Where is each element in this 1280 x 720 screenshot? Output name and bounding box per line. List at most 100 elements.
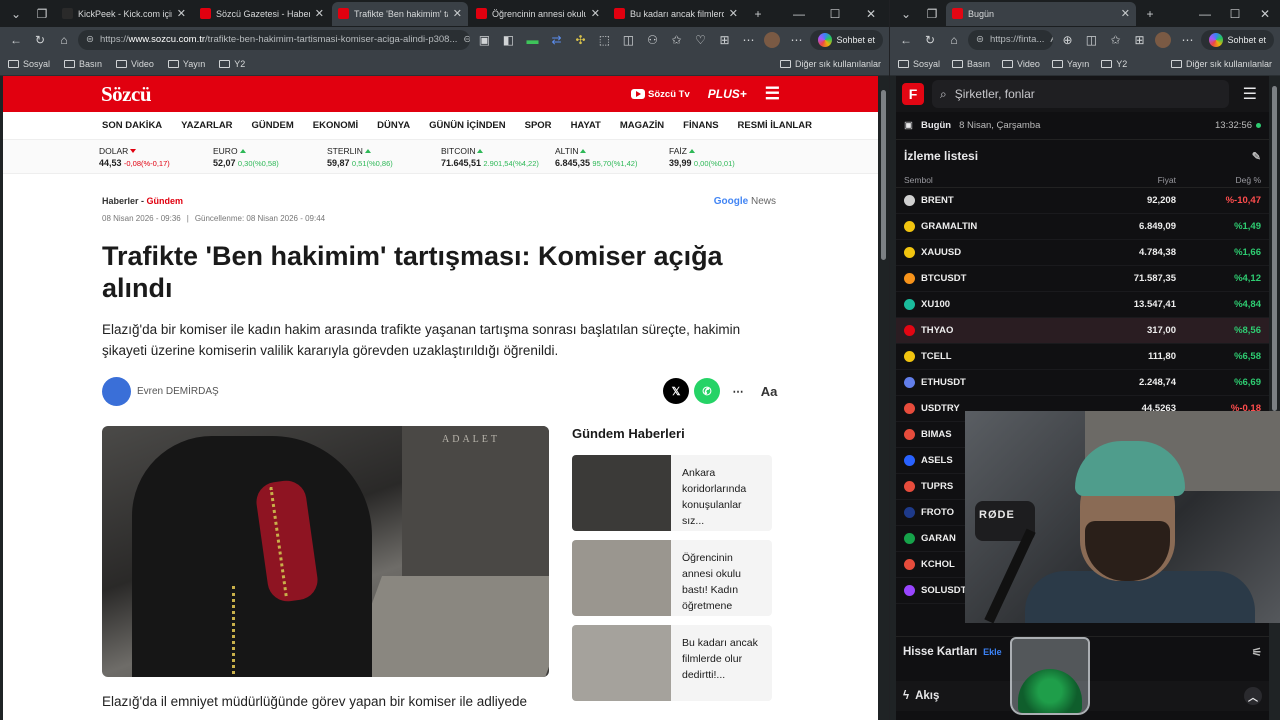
nav-item[interactable]: MAGAZİN [620,120,664,131]
col-symbol[interactable]: Sembol [904,175,933,185]
close-window-icon[interactable]: ✕ [853,2,889,26]
extension-icon[interactable]: ▬ [522,30,542,50]
filter-sliders-icon[interactable]: ⚟ [1252,645,1262,659]
site-logo[interactable]: Sözcü [101,82,152,107]
browser-tab[interactable]: Sözcü Gazetesi - Haberler, so ✕ [194,2,330,26]
heart-icon[interactable]: ♡ [690,30,710,50]
profile-avatar[interactable] [1153,30,1173,50]
close-tab-icon[interactable]: ✕ [177,7,186,20]
x-share-icon[interactable]: 𝕏 [663,378,689,404]
bookmark-folder[interactable]: Basın [952,59,990,69]
site-info-icon[interactable]: ⊜ [976,34,984,45]
tab-actions-chevron-icon[interactable]: ⌄ [894,2,918,26]
extensions-icon[interactable]: ⚇ [642,30,662,50]
bookmark-folder[interactable]: Sosyal [8,59,50,69]
url-field[interactable]: ⊜https://finta...A☆ [968,29,1054,50]
url-field[interactable]: ⊜ https://www.sozcu.com.tr/trafikte-ben-… [78,29,471,50]
close-tab-icon[interactable]: ✕ [315,7,324,20]
close-tab-icon[interactable]: ✕ [591,7,600,20]
favorites-icon[interactable]: ✩ [1105,30,1125,50]
bookmark-folder[interactable]: Video [116,59,154,69]
author-avatar[interactable] [102,376,131,406]
nav-item[interactable]: GÜNDEM [252,120,294,131]
browser-tab[interactable]: KickPeek - Kick.com için Gel ✕ [56,2,192,26]
workspaces-icon[interactable]: ❐ [30,2,54,26]
extension-icon[interactable]: ⬚ [594,30,614,50]
sozcu-tv-link[interactable]: Sözcü Tv [631,89,690,100]
close-tab-icon[interactable]: ✕ [729,7,738,20]
col-price[interactable]: Fiyat [1091,175,1181,185]
more-menu-icon[interactable]: ⋯ [786,30,806,50]
scrollbar-thumb[interactable] [881,90,886,260]
minimize-icon[interactable]: — [1190,2,1220,26]
maximize-icon[interactable]: ☐ [1220,2,1250,26]
col-change[interactable]: Değ % [1181,175,1261,185]
back-icon[interactable]: ← [6,30,26,50]
home-icon[interactable]: ⌂ [54,30,74,50]
more-share-icon[interactable]: ⋯ [725,378,751,404]
site-info-icon[interactable]: ⊜ [86,34,94,45]
page-scrollbar[interactable] [1269,76,1280,720]
nav-item[interactable]: DÜNYA [377,120,410,131]
tab-fintables[interactable]: Bugün ✕ [946,1,1136,26]
copilot-button[interactable]: Sohbet et [810,29,883,50]
split-screen-icon[interactable]: ◫ [1081,30,1101,50]
nav-item[interactable]: RESMİ İLANLAR [738,120,812,131]
extension-icon[interactable]: ✣ [570,30,590,50]
nav-item[interactable]: GÜNÜN İÇİNDEN [429,120,506,131]
back-icon[interactable]: ← [896,30,916,50]
bookmark-folder[interactable]: Y2 [1101,59,1127,69]
tab-actions-chevron-icon[interactable]: ⌄ [4,2,28,26]
market-item[interactable]: DOLAR 44,53 -0,08(%-0,17) [99,140,213,173]
market-item[interactable]: EURO 52,07 0,30(%0,58) [213,140,327,173]
extension-icon[interactable]: ⊕ [1057,30,1077,50]
extension-icon[interactable]: ◧ [498,30,518,50]
more-icon[interactable]: ⋯ [738,30,758,50]
profile-avatar[interactable] [762,30,782,50]
split-screen-icon[interactable]: ◫ [618,30,638,50]
maximize-icon[interactable]: ☐ [817,2,853,26]
favorites-icon[interactable]: ✩ [666,30,686,50]
market-item[interactable]: STERLIN 59,87 0,51(%0,86) [327,140,441,173]
collections-icon[interactable]: ⊞ [714,30,734,50]
nav-item[interactable]: FİNANS [683,120,718,131]
market-item[interactable]: FAİZ 39,99 0,00(%0,01) [669,140,783,173]
plus-link[interactable]: PLUS+ [708,87,747,101]
read-aloud-icon[interactable]: A [1050,34,1053,45]
market-item[interactable]: ALTIN 6.845,35 95,70(%1,42) [555,140,669,173]
page-scrollbar[interactable] [878,76,889,720]
nav-item[interactable]: SPOR [525,120,552,131]
new-tab-plus-icon[interactable]: + [1138,2,1162,26]
more-menu-icon[interactable]: ⋯ [1177,30,1197,50]
bookmark-folder[interactable]: Sosyal [898,59,940,69]
collections-icon[interactable]: ⊞ [1129,30,1149,50]
browser-tab[interactable]: Öğrencinin annesi okulu bas ✕ [470,2,606,26]
bookmark-folder[interactable]: Video [1002,59,1040,69]
watchlist-row[interactable]: BRENT 92,208 %-10,47 [896,188,1269,214]
watchlist-row[interactable]: GRAMALTIN 6.849,09 %1,49 [896,214,1269,240]
nav-item[interactable]: YAZARLAR [181,120,232,131]
home-icon[interactable]: ⌂ [944,30,964,50]
watchlist-row[interactable]: XU100 13.547,41 %4,84 [896,292,1269,318]
whatsapp-share-icon[interactable]: ✆ [694,378,720,404]
nav-item[interactable]: HAYAT [571,120,601,131]
search-input[interactable]: ⌕ Şirketler, fonlar [932,80,1229,108]
bookmark-folder[interactable]: Yayın [167,59,205,69]
extension-icon[interactable]: ⇄ [546,30,566,50]
fintables-logo[interactable]: F [902,83,924,105]
article-photo[interactable]: ADALET [102,426,549,677]
watchlist-row[interactable]: BTCUSDT 71.587,35 %4,12 [896,266,1269,292]
news-card[interactable]: Ankara koridorlarında konuşulanlar sız..… [572,455,772,531]
bookmark-folder[interactable]: Basın [64,59,102,69]
market-item[interactable]: BITCOIN 71.645,51 2.901,54(%4,22) [441,140,555,173]
browser-tab[interactable]: Bu kadarı ancak filmlerde ol ✕ [608,2,744,26]
hamburger-menu-icon[interactable]: ☰ [1237,84,1263,104]
chevron-up-icon[interactable]: ︿ [1244,687,1262,705]
breadcrumb-item[interactable]: Gündem [147,196,184,206]
watchlist-row[interactable]: TCELL 111,80 %6,58 [896,344,1269,370]
text-size-button[interactable]: Aa [756,378,782,404]
extension-icon[interactable]: ▣ [474,30,494,50]
browser-tab[interactable]: Trafikte 'Ben hakimim' tartış ✕ [332,1,468,26]
watchlist-row[interactable]: THYAO 317,00 %8,56 [896,318,1269,344]
author-name[interactable]: Evren DEMİRDAŞ [137,386,219,397]
